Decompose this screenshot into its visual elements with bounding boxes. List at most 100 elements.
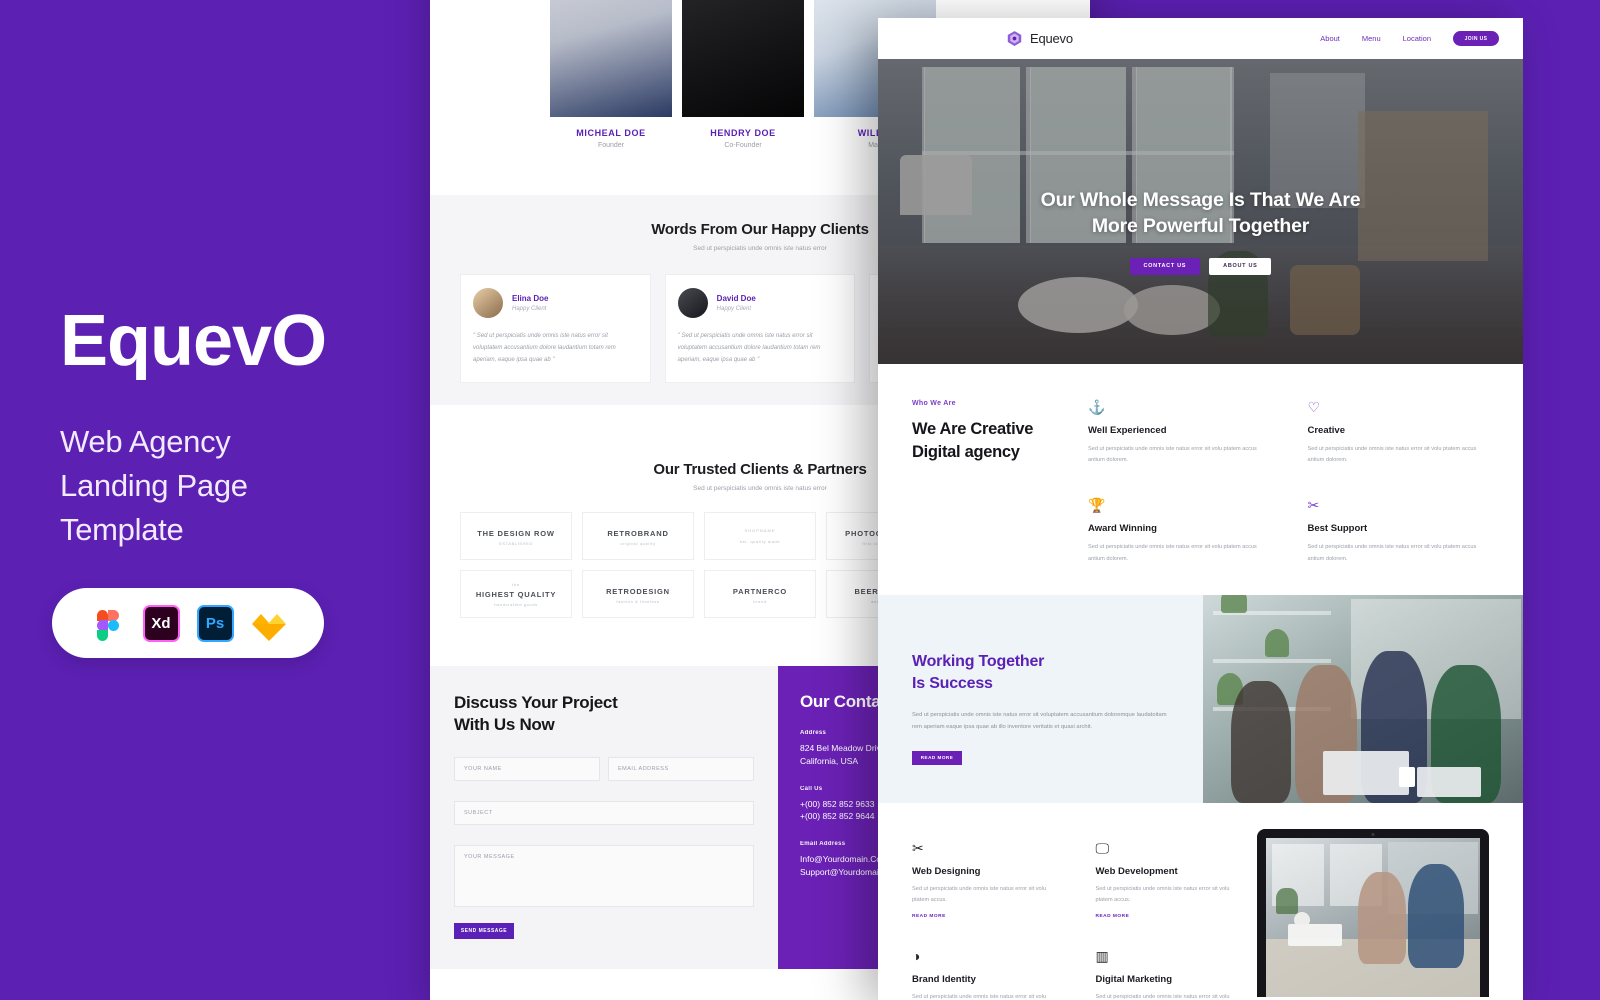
testimonial-name: Elina Doe xyxy=(512,294,549,303)
subtitle-line-3: Template xyxy=(60,512,184,548)
services-section: ✂ Web Designing Sed ut perspiciatis unde… xyxy=(878,803,1523,1000)
working-together-image xyxy=(1203,594,1523,803)
laptop-frame xyxy=(1257,828,1489,997)
brand-name: Equevo xyxy=(1030,31,1073,46)
subject-input[interactable]: SUBJECT xyxy=(454,800,754,825)
service-read-more-link[interactable]: READ MORE xyxy=(912,914,1060,919)
testimonial-name: David Doe xyxy=(716,294,756,303)
service-item: ◑ Brand Identity Sed ut perspiciatis und… xyxy=(912,949,1060,1000)
feature-title: Best Support xyxy=(1307,523,1368,535)
laptop-screen-image xyxy=(1266,837,1480,997)
team-member-role: Co-Founder xyxy=(724,142,762,149)
feature-title: Award Winning xyxy=(1088,523,1157,535)
testimonial-role: Happy Client xyxy=(716,306,752,312)
logo-main: HIGHEST QUALITY xyxy=(475,589,557,599)
message-textarea[interactable]: YOUR MESSAGE xyxy=(454,844,754,907)
team-photo xyxy=(682,0,804,117)
service-read-more-link[interactable]: READ MORE xyxy=(1096,914,1244,919)
avatar xyxy=(473,288,503,318)
testimonial-card: Elina Doe Happy Client " Sed ut perspici… xyxy=(460,274,651,383)
subtitle-line-2: Landing Page xyxy=(60,468,248,504)
form-title-line-1: Discuss Your Project xyxy=(454,693,618,712)
nav-link-menu[interactable]: Menu xyxy=(1362,34,1381,43)
service-title: Web Designing xyxy=(912,865,981,877)
logo-main: THE DESIGN ROW xyxy=(477,529,555,538)
client-logo: RETROBRAND original quality xyxy=(582,512,694,560)
client-logo: the HIGHEST QUALITY handcrafted goods xyxy=(460,570,572,618)
landing-page-mockup-front: Equevo About Menu Location JOIN US Our W… xyxy=(878,18,1523,1000)
team-photo xyxy=(550,0,672,117)
nav-link-about[interactable]: About xyxy=(1320,34,1340,43)
service-item: 🖵 Web Development Sed ut perspiciatis un… xyxy=(1096,841,1244,919)
hero-section: Our Whole Message Is That We Are More Po… xyxy=(878,59,1523,364)
team-member-name: HENDRY DOE xyxy=(710,128,776,138)
design-tools-icon: ✂ xyxy=(912,839,924,856)
logo-main: PARTNERCO xyxy=(732,587,788,596)
working-desc: Sed ut perspiciatis unde omnis iste natu… xyxy=(912,712,1167,731)
hero-content: Our Whole Message Is That We Are More Po… xyxy=(878,187,1523,275)
hero-heading: Our Whole Message Is That We Are More Po… xyxy=(968,187,1433,240)
logo-top: the xyxy=(511,581,521,587)
feature-item: ♡ Creative Sed ut perspiciatis unde omni… xyxy=(1308,400,1490,466)
feature-desc: Sed ut perspiciatis unde omnis iste natu… xyxy=(1307,544,1477,562)
feature-desc: Sed ut perspiciatis unde omnis iste natu… xyxy=(1088,544,1257,562)
feature-desc: Sed ut perspiciatis unde omnis iste natu… xyxy=(1307,446,1477,464)
device-mockup xyxy=(1257,828,1489,1000)
camera-dot xyxy=(1371,832,1375,836)
logo-sub: est. quality made xyxy=(739,539,781,544)
working-read-more-button[interactable]: READ MORE xyxy=(912,750,962,765)
nav-link-location[interactable]: Location xyxy=(1403,34,1431,43)
team-member-name: MICHEAL DOE xyxy=(576,128,646,138)
feature-desc: Sed ut perspiciatis unde omnis iste natu… xyxy=(1088,446,1257,464)
equevo-logo-icon xyxy=(1006,30,1023,47)
join-us-button[interactable]: JOIN US xyxy=(1453,31,1499,46)
feature-title: Creative xyxy=(1307,425,1346,436)
who-heading-line-2: Digital agency xyxy=(912,442,1020,461)
hero-contact-us-button[interactable]: CONTACT US xyxy=(1129,257,1201,275)
logo-main: RETRODESIGN xyxy=(606,587,670,596)
product-title: EquevO xyxy=(60,301,327,381)
team-member-role: Founder xyxy=(597,142,625,149)
brand-icon: ◑ xyxy=(912,947,921,964)
anchor-icon: ⚓ xyxy=(1088,399,1106,415)
who-we-are-section: Who We Are We Are Creative Digital agenc… xyxy=(878,364,1523,595)
service-title: Brand Identity xyxy=(912,973,976,985)
subtitle-line-1: Web Agency xyxy=(60,424,231,459)
testimonial-card: David Doe Happy Client " Sed ut perspici… xyxy=(664,274,856,383)
working-heading: Working Together Is Success xyxy=(912,651,1167,696)
service-item: ✂ Web Designing Sed ut perspiciatis unde… xyxy=(912,841,1060,919)
client-logo: PARTNERCO brand xyxy=(704,570,816,618)
email-input[interactable]: EMAIL ADDRESS xyxy=(608,756,754,781)
adobe-xd-icon: Xd xyxy=(142,604,180,642)
chart-icon: ▥ xyxy=(1095,947,1109,964)
nav-links: About Menu Location JOIN US xyxy=(1320,31,1499,46)
contact-form-title: Discuss Your Project With Us Now xyxy=(454,692,754,737)
service-item: ▥ Digital Marketing Sed ut perspiciatis … xyxy=(1096,949,1244,1000)
logo-sub: handcrafted goods xyxy=(494,601,538,607)
who-we-are-kicker: Who We Are xyxy=(912,400,956,407)
sketch-icon xyxy=(251,605,288,642)
testimonial-quote: " Sed ut perspiciatis unde omnis iste na… xyxy=(677,333,821,363)
service-desc: Sed ut perspiciatis unde omnis iste natu… xyxy=(912,885,1047,903)
who-we-are-heading: We Are Creative Digital agency xyxy=(912,418,1066,464)
brand-logo[interactable]: Equevo xyxy=(1006,30,1073,47)
name-input[interactable]: YOUR NAME xyxy=(454,756,600,781)
trophy-icon: 🏆 xyxy=(1088,497,1106,514)
hero-heading-line-1: Our Whole Message Is That We Are xyxy=(1040,189,1361,211)
promo-background: EquevO Web Agency Landing Page Template … xyxy=(0,0,1600,1000)
photoshop-icon: Ps xyxy=(196,604,234,642)
heart-icon: ♡ xyxy=(1307,399,1321,415)
logo-top: SHOPNAME xyxy=(744,528,776,533)
feature-item: 🏆 Award Winning Sed ut perspiciatis unde… xyxy=(1088,498,1270,564)
logo-main: RETROBRAND xyxy=(607,529,669,538)
logo-sub: brand xyxy=(753,599,767,604)
client-logo: RETRODESIGN fashion & timeless xyxy=(582,570,694,618)
team-member: MICHEAL DOE Founder xyxy=(550,0,672,149)
hero-about-us-button[interactable]: ABOUT US xyxy=(1209,257,1272,275)
send-message-button[interactable]: SEND MESSAGE xyxy=(454,922,514,939)
logo-sub: fashion & timeless xyxy=(616,599,660,604)
feature-title: Well Experienced xyxy=(1088,425,1167,436)
services-grid: ✂ Web Designing Sed ut perspiciatis unde… xyxy=(912,841,1257,1000)
who-heading-line-1: We Are Creative xyxy=(912,420,1034,438)
features-grid: ⚓ Well Experienced Sed ut perspiciatis u… xyxy=(1088,400,1489,565)
